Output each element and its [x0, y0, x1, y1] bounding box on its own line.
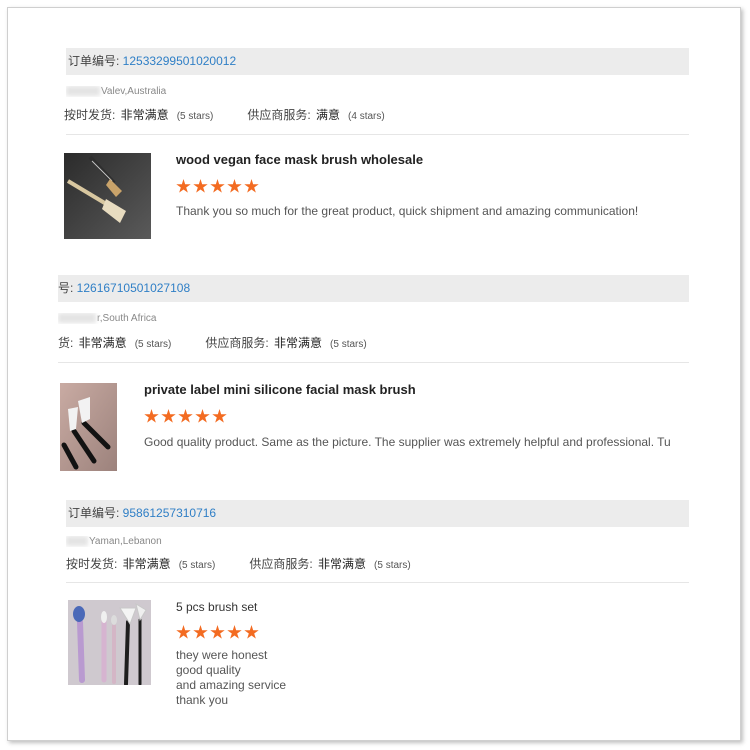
divider	[66, 134, 689, 135]
comment-line: good quality	[176, 663, 241, 677]
supplier-label: 供应商服务:	[205, 336, 273, 350]
product-title[interactable]: wood vegan face mask brush wholesale	[176, 152, 423, 167]
review-comment: Thank you so much for the great product,…	[176, 204, 639, 218]
supplier-stars: (4 stars)	[348, 111, 385, 122]
divider	[66, 582, 689, 583]
rating-row: 货: 非常满意 (5 stars) 供应商服务: 非常满意 (5 stars)	[58, 334, 698, 351]
supplier-label: 供应商服务:	[249, 557, 317, 571]
buyer-info: Yaman,Lebanon	[66, 536, 366, 547]
buyer-info: r,South Africa	[58, 313, 358, 324]
star-icon	[193, 625, 208, 639]
supplier-value: 满意	[316, 108, 341, 122]
order-bar: 订单编号: 95861257310716	[66, 500, 689, 527]
rating-row: 按时发货: 非常满意 (5 stars) 供应商服务: 非常满意 (5 stars)	[66, 555, 706, 572]
ship-value: 非常满意	[120, 108, 169, 122]
star-rating	[176, 625, 259, 641]
order-bar: 订单编号: 12533299501020012	[66, 48, 689, 75]
order-number-link[interactable]: 12616710501027108	[77, 281, 190, 295]
product-image[interactable]	[68, 600, 151, 685]
product-image[interactable]	[60, 383, 117, 471]
review-comment: they were honest good quality and amazin…	[176, 648, 476, 708]
supplier-value: 非常满意	[274, 336, 323, 350]
product-title[interactable]: 5 pcs brush set	[176, 600, 257, 614]
order-label: 订单编号:	[68, 506, 123, 520]
order-label: 号:	[58, 281, 77, 295]
star-rating	[144, 409, 227, 425]
ship-stars: (5 stars)	[176, 111, 214, 122]
ship-label: 按时发货:	[66, 557, 121, 571]
ship-value: 非常满意	[122, 557, 171, 571]
star-icon	[193, 179, 208, 193]
supplier-label: 供应商服务:	[247, 108, 315, 122]
comment-line: and amazing service	[176, 678, 287, 692]
ship-label: 按时发货:	[64, 108, 119, 122]
product-image[interactable]	[64, 153, 151, 239]
ship-stars: (5 stars)	[134, 339, 172, 350]
star-icon	[227, 625, 242, 639]
order-label: 订单编号:	[68, 54, 123, 68]
review-list-frame: 订单编号: 12533299501020012 Valev,Australia …	[7, 7, 741, 741]
star-icon	[244, 625, 259, 639]
order-bar: 号: 12616710501027108	[58, 275, 689, 302]
star-icon	[144, 409, 159, 423]
buyer-info: Valev,Australia	[66, 86, 366, 97]
star-icon	[244, 179, 259, 193]
supplier-stars: (5 stars)	[330, 339, 367, 350]
star-icon	[212, 409, 227, 423]
supplier-value: 非常满意	[318, 557, 367, 571]
product-title[interactable]: private label mini silicone facial mask …	[144, 382, 416, 397]
comment-line: thank you	[176, 693, 229, 707]
rating-row: 按时发货: 非常满意 (5 stars) 供应商服务: 满意 (4 stars)	[64, 106, 704, 123]
ship-stars: (5 stars)	[178, 560, 216, 571]
star-icon	[176, 625, 191, 639]
review-comment: Good quality product. Same as the pictur…	[144, 435, 671, 449]
star-icon	[210, 179, 225, 193]
order-number-link[interactable]: 95861257310716	[123, 506, 216, 520]
order-number-link[interactable]: 12533299501020012	[123, 54, 236, 68]
star-icon	[195, 409, 210, 423]
supplier-stars: (5 stars)	[374, 560, 411, 571]
star-icon	[210, 625, 225, 639]
ship-label: 货:	[58, 336, 77, 350]
ship-value: 非常满意	[78, 336, 127, 350]
comment-line: they were honest	[176, 648, 268, 662]
star-icon	[178, 409, 193, 423]
star-icon	[227, 179, 242, 193]
divider	[58, 362, 689, 363]
star-icon	[176, 179, 191, 193]
star-icon	[161, 409, 176, 423]
star-rating	[176, 179, 259, 195]
